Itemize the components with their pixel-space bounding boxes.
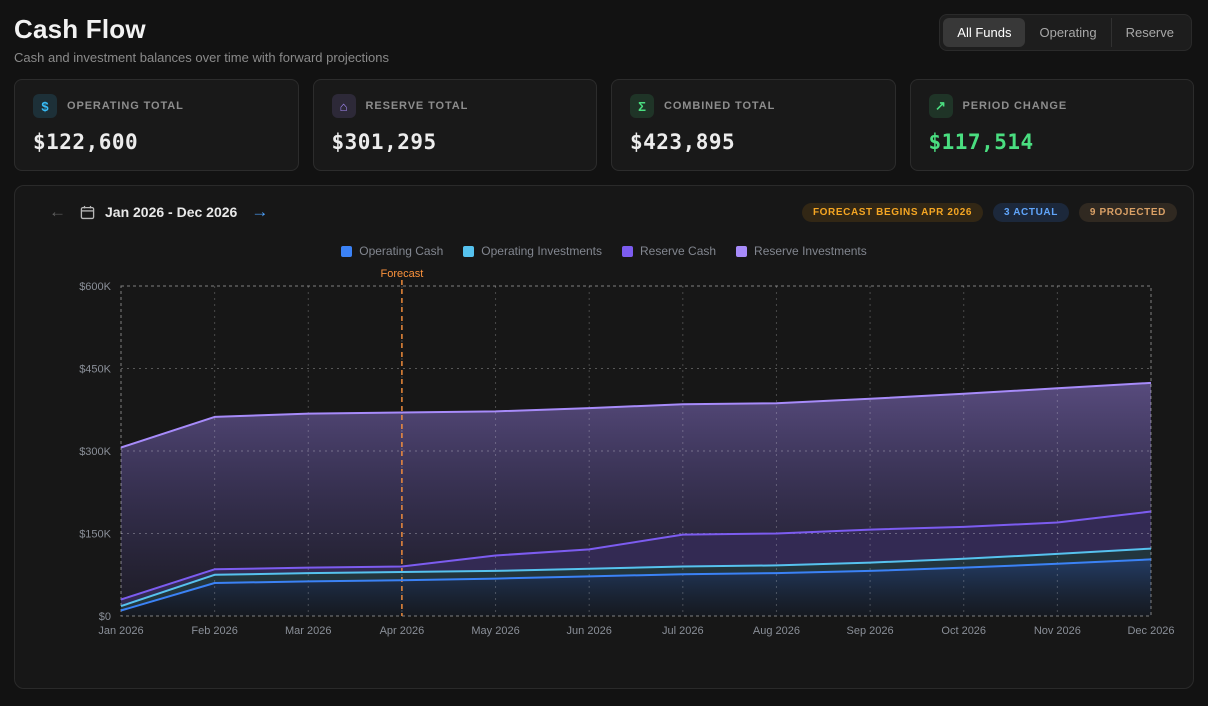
chart-header: ← Jan 2026 - Dec 2026 → FORECAST BEGINS … — [31, 200, 1177, 224]
svg-text:Oct 2026: Oct 2026 — [941, 625, 986, 637]
stat-label: OPERATING TOTAL — [67, 100, 184, 112]
legend-item-operating-investments[interactable]: Operating Investments — [463, 244, 602, 258]
title-block: Cash Flow Cash and investment balances o… — [14, 14, 389, 65]
tab-all-funds[interactable]: All Funds — [943, 18, 1025, 47]
stat-value-period-change: $117,514 — [929, 130, 1176, 154]
legend-item-reserve-cash[interactable]: Reserve Cash — [622, 244, 716, 258]
next-period-arrow-icon[interactable]: → — [247, 200, 272, 224]
legend-label: Operating Investments — [481, 244, 602, 258]
stacked-area-chart: Forecast $0 $150K $300K $450K $600K Jan 2026 Fe… — [31, 264, 1177, 669]
tab-operating[interactable]: Operating — [1025, 18, 1110, 47]
page-title: Cash Flow — [14, 14, 389, 45]
svg-text:Mar 2026: Mar 2026 — [285, 625, 331, 637]
legend-item-operating-cash[interactable]: Operating Cash — [341, 244, 443, 258]
svg-text:$300K: $300K — [79, 446, 111, 458]
svg-text:$450K: $450K — [79, 364, 111, 376]
svg-text:Forecast: Forecast — [381, 268, 424, 280]
stat-label: COMBINED TOTAL — [664, 100, 775, 112]
legend-swatch — [341, 246, 352, 257]
page-header: Cash Flow Cash and investment balances o… — [0, 0, 1208, 75]
calendar-icon — [80, 205, 95, 220]
stats-row: $ OPERATING TOTAL $122,600 ⌂ RESERVE TOT… — [0, 75, 1208, 171]
stat-value-combined-total: $423,895 — [630, 130, 877, 154]
stat-card-combined-total: Σ COMBINED TOTAL $423,895 — [611, 79, 896, 171]
legend-swatch — [736, 246, 747, 257]
svg-text:Dec 2026: Dec 2026 — [1127, 625, 1174, 637]
svg-text:Jan 2026: Jan 2026 — [98, 625, 143, 637]
svg-text:Jul 2026: Jul 2026 — [662, 625, 704, 637]
bank-icon: ⌂ — [332, 94, 356, 118]
svg-text:Feb 2026: Feb 2026 — [191, 625, 237, 637]
stat-card-reserve-total: ⌂ RESERVE TOTAL $301,295 — [313, 79, 598, 171]
tab-reserve[interactable]: Reserve — [1111, 18, 1188, 47]
svg-text:May 2026: May 2026 — [471, 625, 519, 637]
cash-flow-chart-panel: ← Jan 2026 - Dec 2026 → FORECAST BEGINS … — [14, 185, 1194, 689]
svg-text:Apr 2026: Apr 2026 — [380, 625, 425, 637]
date-range-label: Jan 2026 - Dec 2026 — [105, 204, 237, 220]
svg-text:Sep 2026: Sep 2026 — [847, 625, 894, 637]
legend-swatch — [463, 246, 474, 257]
fund-filter-tabs: All Funds Operating Reserve — [939, 14, 1192, 51]
svg-text:$150K: $150K — [79, 529, 111, 541]
stat-value-reserve-total: $301,295 — [332, 130, 579, 154]
stat-label: PERIOD CHANGE — [963, 100, 1068, 112]
legend-label: Reserve Cash — [640, 244, 716, 258]
page-subtitle: Cash and investment balances over time w… — [14, 50, 389, 65]
legend-item-reserve-investments[interactable]: Reserve Investments — [736, 244, 867, 258]
forecast-begins-badge: FORECAST BEGINS APR 2026 — [802, 203, 983, 222]
legend-swatch — [622, 246, 633, 257]
sum-icon: Σ — [630, 94, 654, 118]
projected-count-badge: 9 PROJECTED — [1079, 203, 1177, 222]
legend-label: Reserve Investments — [754, 244, 867, 258]
stat-card-period-change: ↗ PERIOD CHANGE $117,514 — [910, 79, 1195, 171]
svg-text:$600K: $600K — [79, 281, 111, 293]
stat-value-operating-total: $122,600 — [33, 130, 280, 154]
stat-card-operating-total: $ OPERATING TOTAL $122,600 — [14, 79, 299, 171]
svg-text:Jun 2026: Jun 2026 — [567, 625, 612, 637]
trend-up-icon: ↗ — [929, 94, 953, 118]
coins-icon: $ — [33, 94, 57, 118]
legend-label: Operating Cash — [359, 244, 443, 258]
date-range-nav: ← Jan 2026 - Dec 2026 → — [31, 200, 272, 224]
stat-label: RESERVE TOTAL — [366, 100, 469, 112]
chart-legend: Operating Cash Operating Investments Res… — [31, 244, 1177, 258]
actual-count-badge: 3 ACTUAL — [993, 203, 1069, 222]
svg-text:Aug 2026: Aug 2026 — [753, 625, 800, 637]
prev-period-arrow-icon[interactable]: ← — [45, 200, 70, 224]
svg-text:Nov 2026: Nov 2026 — [1034, 625, 1081, 637]
chart-badges: FORECAST BEGINS APR 2026 3 ACTUAL 9 PROJ… — [802, 203, 1177, 222]
svg-text:$0: $0 — [99, 611, 111, 623]
